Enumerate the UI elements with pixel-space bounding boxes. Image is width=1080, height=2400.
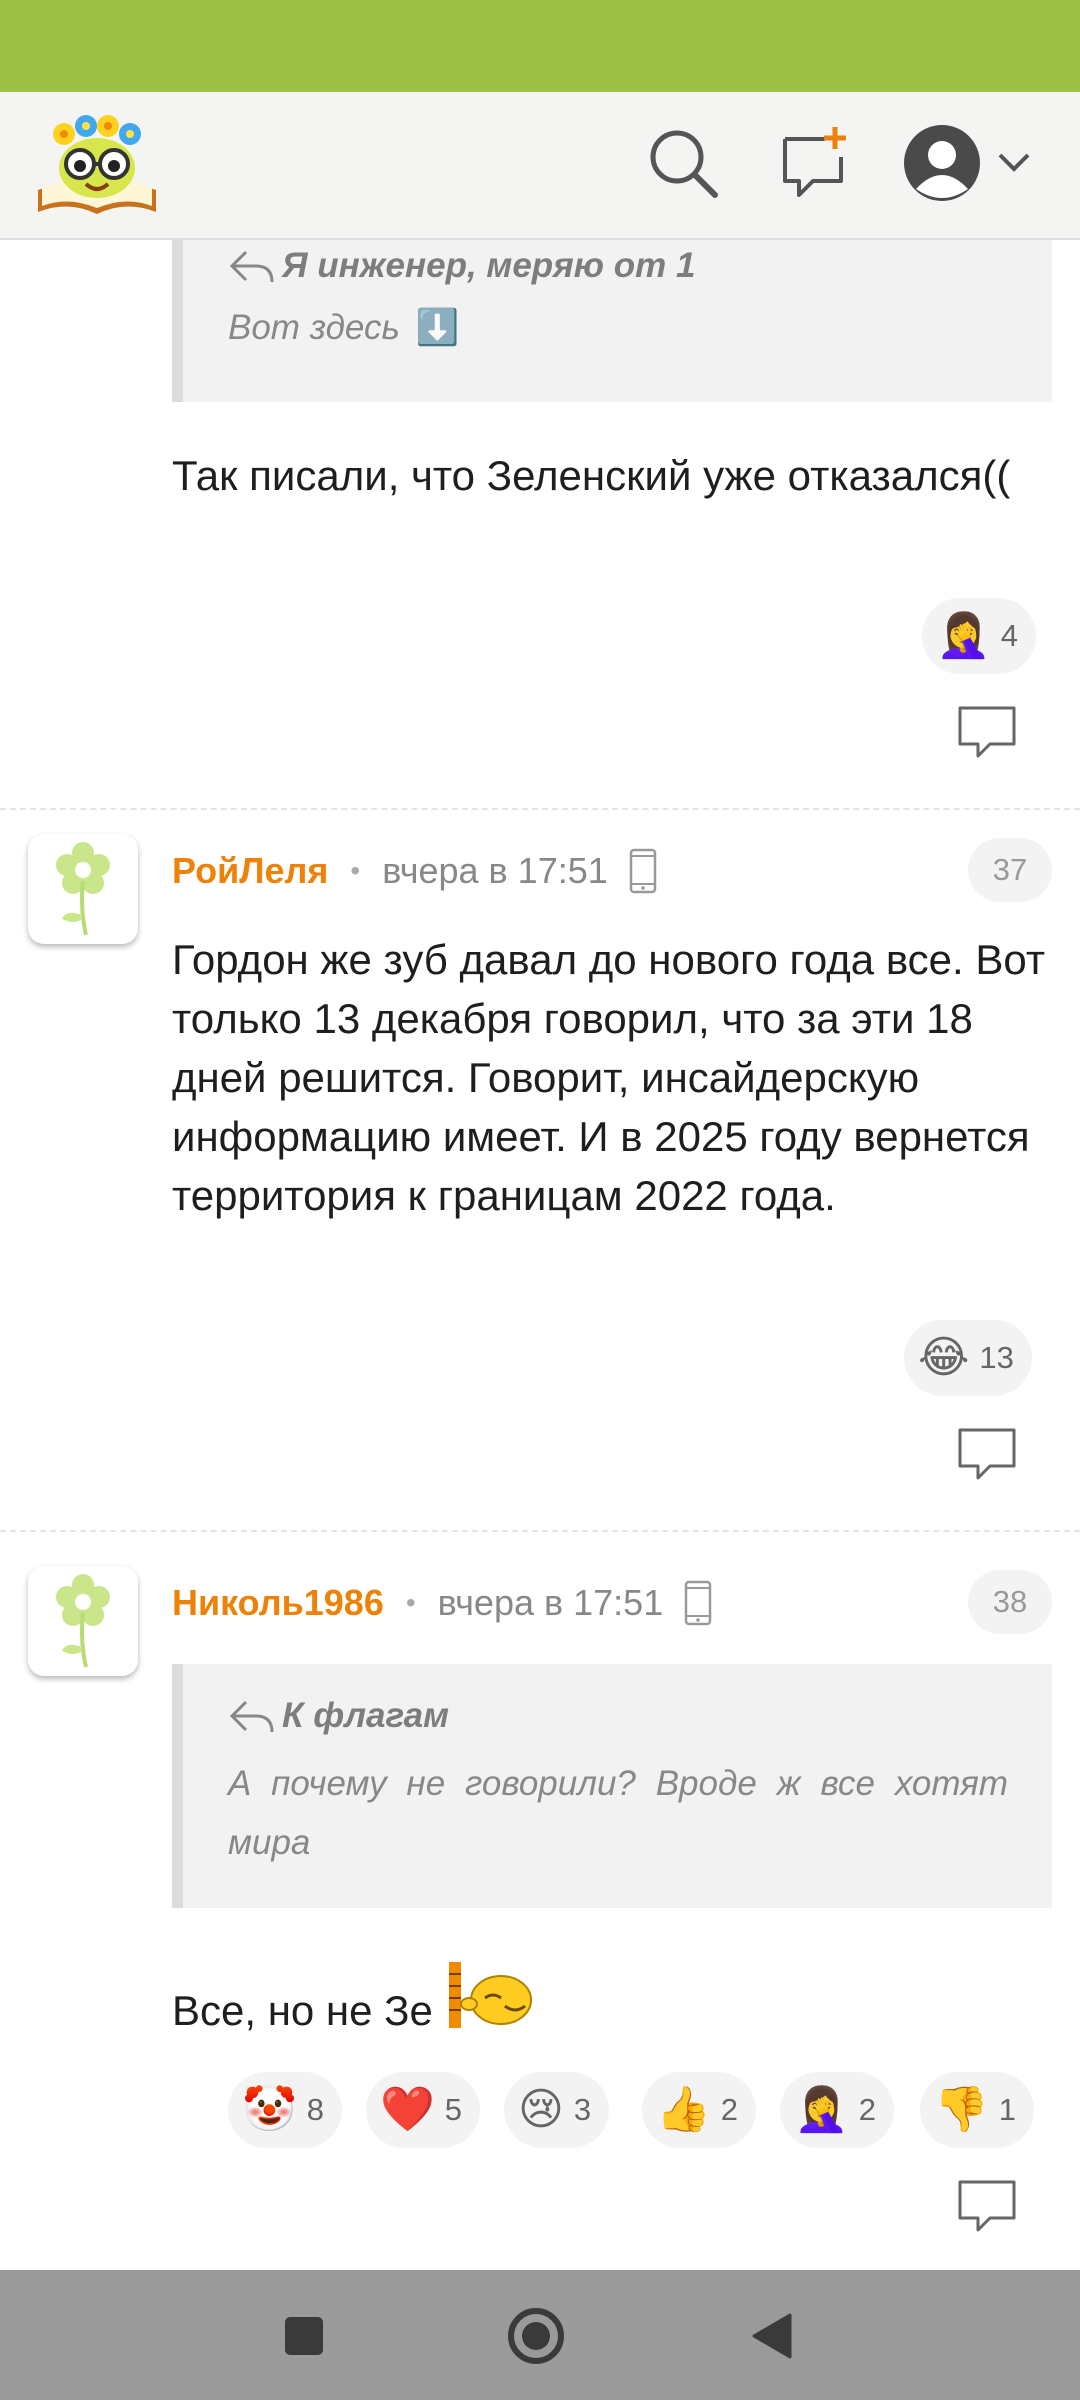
comment-text: Все, но не Зе	[172, 1960, 1052, 2040]
add-comment-icon[interactable]	[774, 122, 856, 204]
reaction-emoji: 😢	[518, 2085, 564, 2134]
comment-divider	[0, 1530, 1080, 1532]
quote-text: Вот здесь ⬇️	[228, 298, 459, 357]
quote-block: К флагам А почему не говорили? Вроде ж в…	[172, 1664, 1052, 1908]
comment-divider	[0, 808, 1080, 810]
reaction-thumbs-up[interactable]: 👍 2	[642, 2072, 757, 2148]
system-nav-bar	[0, 2270, 1080, 2400]
comment-number[interactable]: 38	[968, 1570, 1052, 1634]
reaction-thumbs-down[interactable]: 👎 1	[920, 2072, 1035, 2148]
book-flowers-logo[interactable]	[34, 108, 160, 220]
quote-text-content: Вот здесь	[228, 308, 400, 347]
quote-block: Я инженер, меряю от 1 Вот здесь ⬇️	[172, 240, 1052, 402]
quote-author-name: Я инженер, меряю от 1	[282, 246, 696, 285]
reaction-heart[interactable]: ❤️ 5	[366, 2072, 481, 2148]
comment-time: вчера в 17:51	[382, 850, 608, 891]
app-header	[0, 92, 1080, 240]
comment-text-content: Все, но не Зе	[172, 1987, 433, 2034]
comment-author[interactable]: РойЛеля	[172, 850, 328, 892]
avatar[interactable]	[28, 1566, 138, 1676]
meta-separator: •	[350, 855, 361, 886]
quote-author[interactable]: К флагам	[228, 1696, 449, 1736]
reply-comment-icon[interactable]	[956, 704, 1018, 760]
reaction-emoji: 👎	[934, 2085, 989, 2134]
reply-arrow-icon	[229, 1700, 274, 1733]
quote-text: А почему не говорили? Вроде ж все хотят …	[228, 1764, 1008, 1862]
back-icon[interactable]	[736, 2300, 808, 2372]
reaction-count: 5	[444, 2092, 463, 2127]
chevron-down-icon[interactable]	[992, 122, 1036, 204]
comment-author[interactable]: Николь1986	[172, 1582, 384, 1624]
reaction-count: 1	[998, 2092, 1017, 2127]
avatar[interactable]	[28, 834, 138, 944]
reaction-count: 13	[979, 1340, 1014, 1375]
quote-author-name: К флагам	[282, 1696, 450, 1735]
reaction-emoji: 😂	[918, 1333, 970, 1382]
meta-separator: •	[405, 1587, 416, 1618]
search-icon[interactable]	[642, 122, 724, 204]
reaction-emoji: ❤️	[380, 2085, 435, 2134]
reaction-count: 4	[1000, 618, 1019, 653]
mobile-device-icon	[629, 848, 657, 894]
reply-arrow-icon	[229, 250, 274, 283]
reaction-count: 8	[306, 2092, 325, 2127]
comment-meta: РойЛеля • вчера в 17:51	[172, 846, 658, 896]
recent-apps-icon[interactable]	[268, 2300, 340, 2372]
reaction-count: 3	[573, 2092, 592, 2127]
reaction-emoji: 👍	[656, 2085, 711, 2134]
comment-time: вчера в 17:51	[437, 1582, 664, 1623]
reaction-count: 2	[720, 2092, 739, 2127]
user-avatar-icon[interactable]	[900, 121, 984, 205]
comment-text: Гордон же зуб давал до нового года все. …	[172, 936, 1046, 1219]
reply-comment-icon[interactable]	[956, 2178, 1018, 2234]
comment-text: Так писали, что Зеленский уже отказался(…	[172, 452, 1011, 499]
home-icon[interactable]	[500, 2300, 572, 2372]
reaction-emoji: 🤡	[242, 2085, 297, 2134]
reaction-emoji: 🤦‍♀️	[936, 611, 991, 660]
quote-author[interactable]: Я инженер, меряю от 1	[228, 246, 695, 286]
reaction-laughing[interactable]: 😂 13	[904, 1320, 1032, 1396]
reaction-facepalm[interactable]: 🤦‍♀️ 4	[922, 598, 1037, 674]
status-bar	[0, 0, 1080, 92]
comment-meta: Николь1986 • вчера в 17:51	[172, 1578, 713, 1628]
smiley-wall-icon	[448, 1962, 532, 2028]
reaction-clown[interactable]: 🤡 8	[228, 2072, 343, 2148]
mobile-device-icon	[684, 1580, 712, 1626]
comment-number[interactable]: 37	[968, 838, 1052, 902]
reaction-emoji: 🤦‍♀️	[794, 2085, 849, 2134]
reply-comment-icon[interactable]	[956, 1426, 1018, 1482]
comments-feed[interactable]: Я инженер, меряю от 1 Вот здесь ⬇️ Так п…	[0, 240, 1080, 2270]
reaction-facepalm[interactable]: 🤦‍♀️ 2	[780, 2072, 895, 2148]
arrow-down-emoji: ⬇️	[415, 308, 460, 347]
reaction-count: 2	[858, 2092, 877, 2127]
reaction-crying[interactable]: 😢 3	[504, 2072, 610, 2148]
